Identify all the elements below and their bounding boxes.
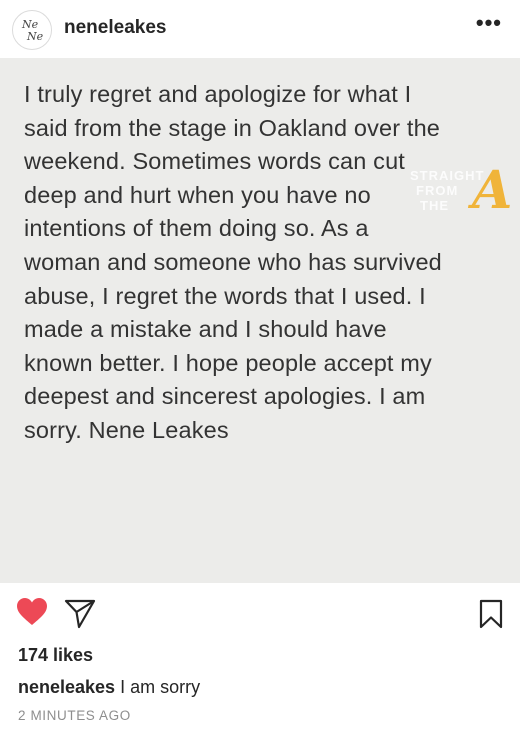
paper-plane-icon[interactable] xyxy=(64,598,96,630)
post-text-line: deepest and sincerest apologies. I am xyxy=(24,383,426,410)
action-bar xyxy=(0,583,520,645)
post-text-line: made a mistake and I should have xyxy=(24,316,387,343)
post-header: Ne Ne neneleakes ••• xyxy=(0,0,520,58)
caption-username[interactable]: neneleakes xyxy=(18,677,115,697)
post-text-block: I truly regret and apologize for what I … xyxy=(24,78,494,448)
post-text-line: said from the stage in Oakland over the xyxy=(24,114,441,141)
watermark-logo: STRAIGHT FROM THE A xyxy=(410,160,520,226)
svg-text:Ne: Ne xyxy=(26,30,44,43)
post-text-line: I truly regret and apologize for what I xyxy=(24,81,412,107)
post-text-line: woman and someone who has survived xyxy=(24,248,442,275)
header-username[interactable]: neneleakes xyxy=(64,17,166,39)
watermark-line: THE xyxy=(420,198,449,213)
avatar-logo-icon: Ne Ne xyxy=(21,18,44,43)
caption: neneleakes I am sorry xyxy=(18,677,200,698)
post-text-line: known better. I hope people accept my xyxy=(24,349,432,376)
bookmark-icon[interactable] xyxy=(479,599,503,629)
watermark-letter: A xyxy=(472,160,513,221)
post-timestamp: 2 MINUTES AGO xyxy=(18,708,131,723)
caption-text: I am sorry xyxy=(120,677,201,697)
profile-avatar[interactable]: Ne Ne xyxy=(12,10,52,50)
post-text-line: sorry. Nene Leakes xyxy=(24,416,229,443)
watermark-line: FROM xyxy=(416,183,459,198)
post-text-line: abuse, I regret the words that I used. I xyxy=(24,282,426,309)
heart-icon[interactable] xyxy=(16,597,48,627)
likes-count[interactable]: 174 likes xyxy=(18,645,93,666)
post-image: I truly regret and apologize for what I … xyxy=(0,58,520,583)
more-options-button[interactable]: ••• xyxy=(476,10,502,36)
